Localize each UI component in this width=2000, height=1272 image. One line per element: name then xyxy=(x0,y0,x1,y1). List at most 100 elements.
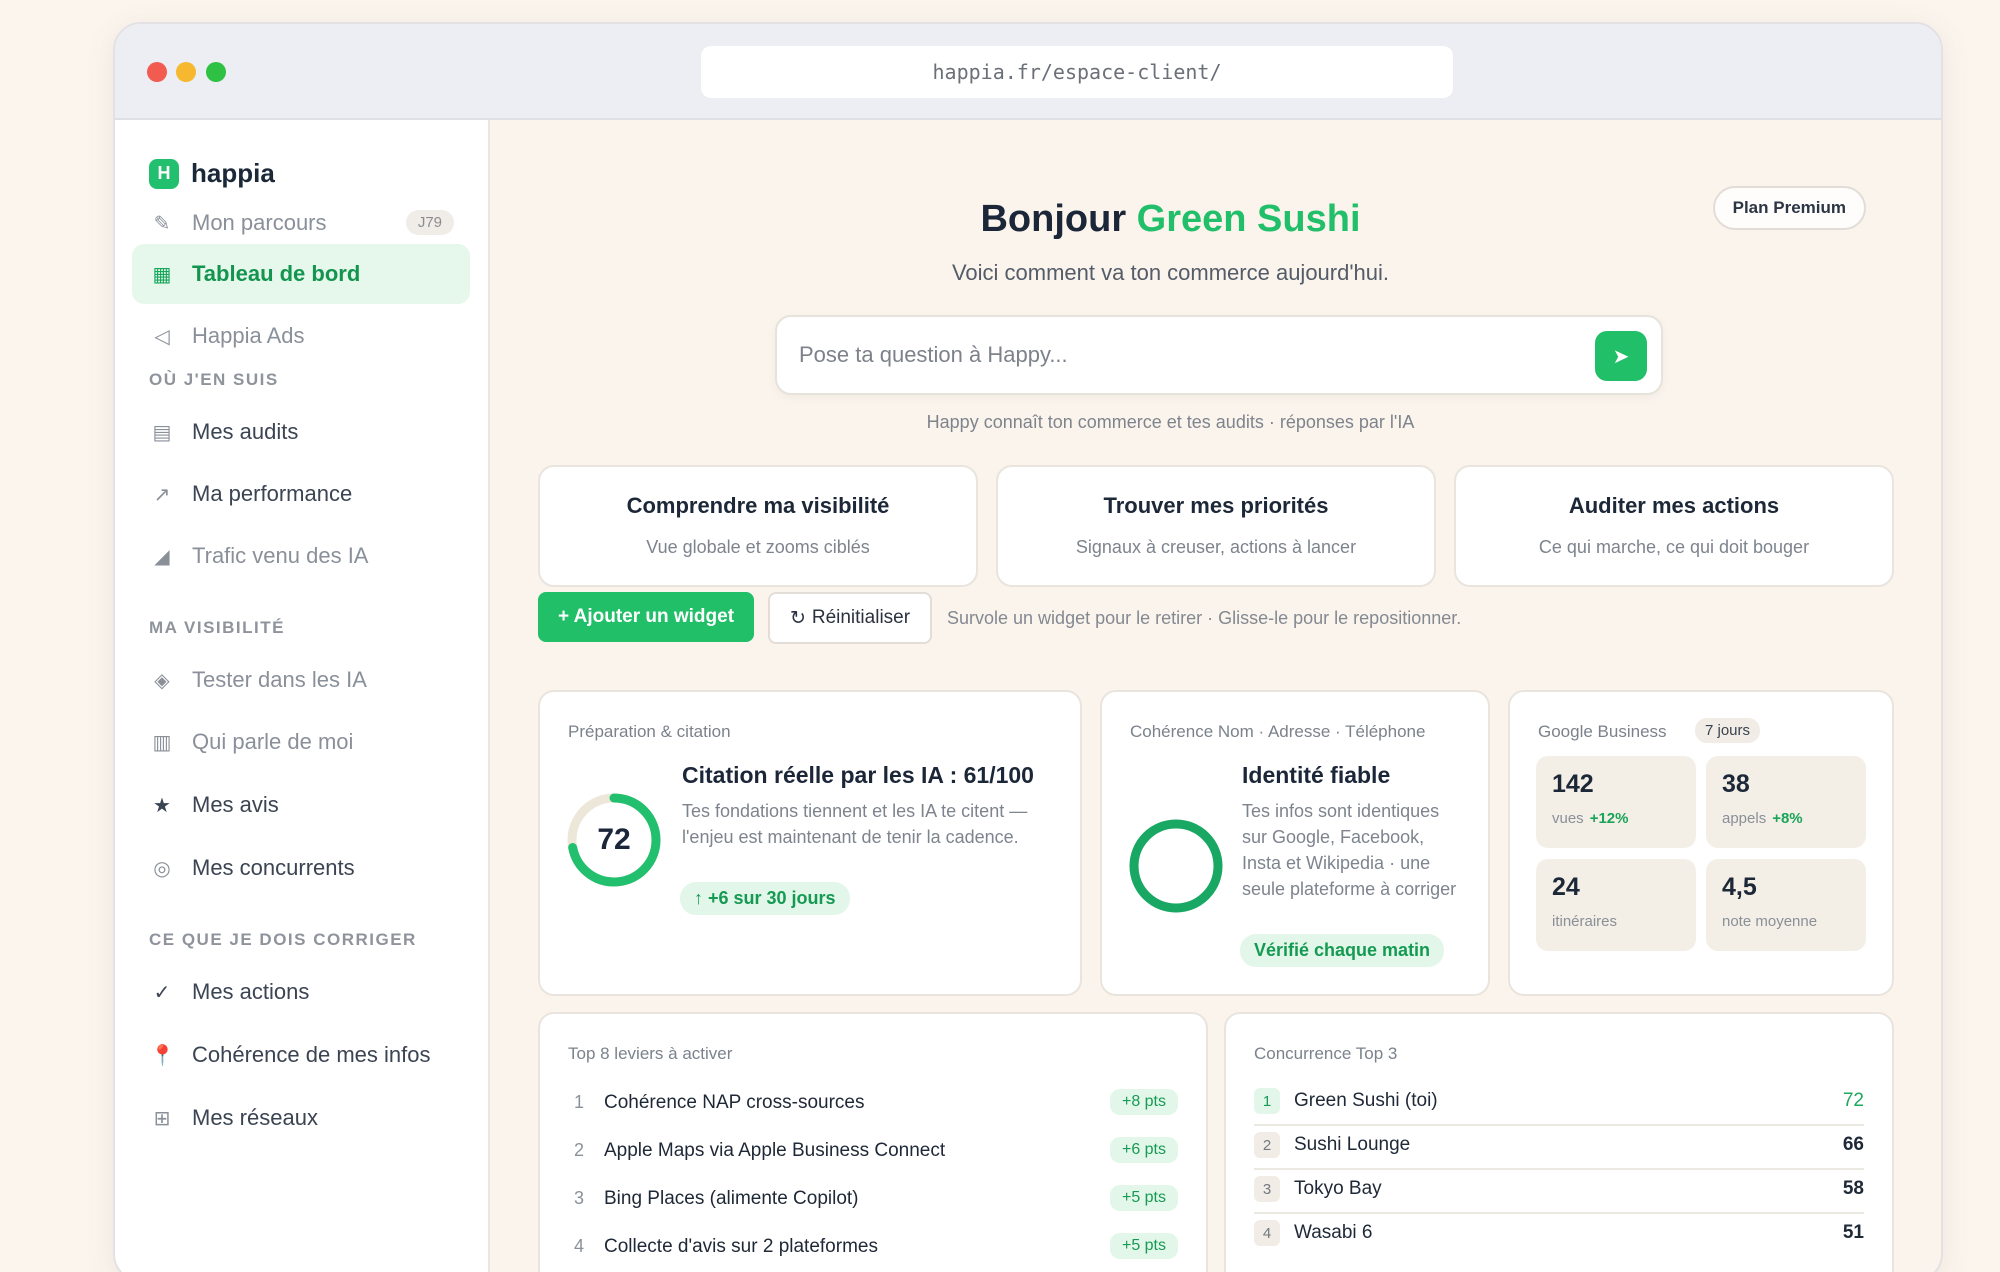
sidebar-item-label: Mes audits xyxy=(192,419,299,444)
browser-titlebar: happia.fr/espace-client/ xyxy=(115,24,1941,120)
mode-card-subtitle: Vue globale et zooms ciblés xyxy=(646,537,870,557)
ask-box: ➤ xyxy=(775,315,1663,395)
competitor-score: 58 xyxy=(1842,1178,1864,1199)
sidebar-item-label: Qui parle de moi xyxy=(192,729,354,754)
sidebar-item-dashboard[interactable]: ▦ Tableau de bord xyxy=(132,244,470,304)
score-value: 72 xyxy=(597,823,631,856)
widget-competition[interactable]: Concurrence Top 3 1 Green Sushi (toi) 72… xyxy=(1224,1012,1894,1272)
widget-title: Google Business xyxy=(1538,722,1667,741)
sidebar-item-reseaux[interactable]: ⊞ Mes réseaux xyxy=(132,1088,470,1148)
columns-icon: ▥ xyxy=(152,731,172,754)
competitor-row[interactable]: 3 Tokyo Bay 58 xyxy=(1254,1170,1864,1214)
lever-rank: 3 xyxy=(574,1188,585,1208)
competitor-score: 66 xyxy=(1842,1134,1864,1155)
citation-description: Tes fondations tiennent et les IA te cit… xyxy=(682,801,1028,847)
sidebar-item-tester[interactable]: ◈ Tester dans les IA xyxy=(132,650,470,710)
competitor-name: Green Sushi (toi) xyxy=(1294,1090,1438,1111)
page-subtitle: Voici comment va ton commerce aujourd'hu… xyxy=(951,260,1390,285)
lever-rank: 2 xyxy=(574,1140,585,1160)
maximize-window-dot[interactable] xyxy=(206,62,226,82)
sidebar-item-ads[interactable]: ◁ Happia Ads xyxy=(132,306,470,366)
stat-label-text: vues xyxy=(1552,810,1584,827)
stat-tile-rating: 4,5 note moyenne xyxy=(1706,859,1866,951)
arrow-up-right-icon: ↗ xyxy=(153,483,171,506)
mode-card-visibility[interactable]: Comprendre ma visibilité Vue globale et … xyxy=(538,465,978,587)
sidebar-item-coherence[interactable]: 📍 Cohérence de mes infos xyxy=(132,1025,470,1085)
competitor-score: 72 xyxy=(1842,1090,1864,1111)
sidebar-item-label: Mon parcours xyxy=(192,210,327,235)
plan-badge[interactable]: Plan Premium xyxy=(1712,186,1866,230)
check-icon: ✓ xyxy=(153,981,171,1004)
lever-points: +5 pts xyxy=(1109,1185,1178,1211)
mode-card-audit[interactable]: Auditer mes actions Ce qui marche, ce qu… xyxy=(1454,465,1894,587)
url-bar[interactable]: happia.fr/espace-client/ xyxy=(701,46,1453,98)
toolbar-hint: Survole un widget pour le retirer · Glis… xyxy=(947,608,1462,628)
mode-card-priorities[interactable]: Trouver mes priorités Signaux à creuser,… xyxy=(996,465,1436,587)
widget-google-business[interactable]: Google Business 7 jours 142 vues +12% 38 … xyxy=(1508,690,1894,996)
widget-title: Cohérence Nom · Adresse · Téléphone xyxy=(1130,722,1426,741)
widget-title: Préparation & citation xyxy=(568,722,731,741)
nap-ring xyxy=(1128,818,1224,914)
browser-window: happia.fr/espace-client/ H happia ✎ Mon … xyxy=(113,22,1943,1272)
sidebar-item-audits[interactable]: ▤ Mes audits xyxy=(132,402,470,462)
stat-tile-itineraries: 24 itinéraires xyxy=(1536,859,1696,951)
minimize-window-dot[interactable] xyxy=(176,62,196,82)
nap-description: Tes infos sont identiques sur Google, Fa… xyxy=(1242,801,1457,899)
logo-mark-icon: H xyxy=(149,158,179,189)
nap-headline: Identité fiable xyxy=(1242,762,1391,788)
sidebar-item-label: Mes concurrents xyxy=(192,855,355,880)
sidebar-item-trafic[interactable]: ◢ Trafic venu des IA xyxy=(132,526,470,586)
competitor-row[interactable]: 4 Wasabi 6 51 xyxy=(1254,1214,1864,1258)
reset-button[interactable]: ↻ Réinitialiser xyxy=(768,592,932,644)
lever-rank: 1 xyxy=(574,1092,585,1112)
citation-headline: Citation réelle par les IA : 61/100 xyxy=(682,762,1034,788)
lever-row[interactable]: 4 Collecte d'avis sur 2 plateformes +5 p… xyxy=(568,1230,1178,1268)
ask-input[interactable] xyxy=(799,317,1589,393)
sidebar-item-performance[interactable]: ↗ Ma performance xyxy=(132,464,470,524)
stat-tile-calls: 38 appels +8% xyxy=(1706,756,1866,848)
competitor-row[interactable]: 2 Sushi Lounge 66 xyxy=(1254,1126,1864,1170)
sidebar-item-label: Tableau de bord xyxy=(192,261,361,286)
main-content: Bonjour Green Sushi Plan Premium Voici c… xyxy=(490,120,1941,1272)
competitor-rank: 3 xyxy=(1254,1176,1280,1202)
pencil-icon: ✎ xyxy=(153,212,171,235)
widget-nap[interactable]: Cohérence Nom · Adresse · Téléphone Iden… xyxy=(1100,690,1490,996)
sidebar-item-concurrents[interactable]: ◎ Mes concurrents xyxy=(132,838,470,898)
app-logo[interactable]: H happia xyxy=(149,158,275,189)
section-label-visibility: MA VISIBILITÉ xyxy=(149,618,285,637)
day-badge: J79 xyxy=(405,210,454,235)
period-pill: 7 jours xyxy=(1695,718,1761,743)
send-button[interactable]: ➤ xyxy=(1595,331,1647,381)
score-ring: 72 xyxy=(566,792,662,888)
widget-levers[interactable]: Top 8 leviers à activer 1 Cohérence NAP … xyxy=(538,1012,1208,1272)
stat-label: appels +8% xyxy=(1722,810,1803,827)
sidebar-item-actions[interactable]: ✓ Mes actions xyxy=(132,962,470,1022)
lever-label: Cohérence NAP cross-sources xyxy=(604,1092,865,1113)
lever-label: Bing Places (alimente Copilot) xyxy=(604,1188,859,1209)
mode-card-title: Trouver mes priorités xyxy=(1103,493,1329,518)
close-window-dot[interactable] xyxy=(147,62,167,82)
stat-delta: +12% xyxy=(1589,810,1629,827)
stat-value: 142 xyxy=(1552,770,1594,798)
reset-label: Réinitialiser xyxy=(811,607,911,628)
stat-label: note moyenne xyxy=(1722,913,1818,930)
competitor-name: Wasabi 6 xyxy=(1294,1222,1373,1243)
widget-citation[interactable]: Préparation & citation 72 Citation réell… xyxy=(538,690,1082,996)
lever-row[interactable]: 2 Apple Maps via Apple Business Connect … xyxy=(568,1134,1178,1172)
stat-value: 4,5 xyxy=(1722,873,1757,901)
diamond-icon: ◈ xyxy=(154,669,170,692)
lever-row[interactable]: 1 Cohérence NAP cross-sources +8 pts xyxy=(568,1086,1178,1124)
refresh-icon: ↻ xyxy=(789,607,806,629)
sidebar-item-label: Ma performance xyxy=(192,481,353,506)
lever-row[interactable]: 3 Bing Places (alimente Copilot) +5 pts xyxy=(568,1182,1178,1220)
sidebar-item-parle[interactable]: ▥ Qui parle de moi xyxy=(132,712,470,772)
competitor-rank: 4 xyxy=(1254,1220,1280,1246)
competitor-name: Sushi Lounge xyxy=(1294,1134,1411,1155)
competitor-row[interactable]: 1 Green Sushi (toi) 72 xyxy=(1254,1082,1864,1126)
sidebar-item-avis[interactable]: ★ Mes avis xyxy=(132,775,470,835)
sidebar: H happia ✎ Mon parcours J79 ▦ Tableau de… xyxy=(115,120,490,1272)
lever-label: Collecte d'avis sur 2 plateformes xyxy=(604,1236,878,1257)
add-widget-button[interactable]: + Ajouter un widget xyxy=(538,592,754,642)
trend-chip: ↑ +6 sur 30 jours xyxy=(680,882,850,915)
sidebar-item-label: Cohérence de mes infos xyxy=(192,1042,431,1067)
